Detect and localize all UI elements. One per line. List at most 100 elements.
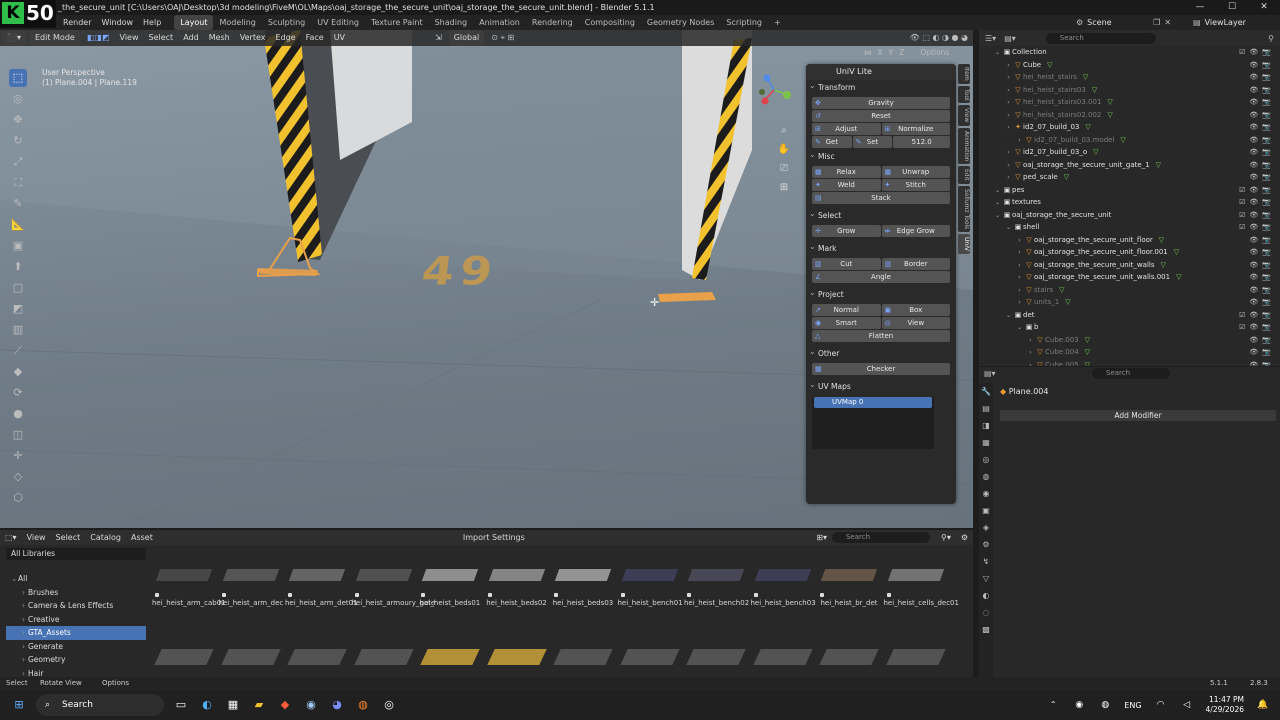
catalog-item[interactable]: Camera & Lens Effects (6, 599, 146, 613)
navigation-gizmo[interactable] (756, 72, 792, 108)
options-dropdown[interactable]: Options (920, 48, 949, 57)
editor-type-icon[interactable]: ⬛▾ (2, 30, 26, 46)
angle-button[interactable]: ∠ Angle (812, 271, 950, 283)
windows-start-icon[interactable]: ⊞ (10, 696, 28, 714)
catalog-item[interactable]: GTA_Assets (6, 626, 146, 640)
taskbar-search[interactable]: ⌕ Search (36, 694, 164, 716)
mode-selector[interactable]: Edit Mode (29, 30, 80, 46)
border-button[interactable]: ▥ Border (881, 258, 950, 270)
visibility-icons[interactable]: 👁📷 (1249, 59, 1275, 72)
tab-animation[interactable]: Animation (473, 15, 526, 30)
section-mark[interactable]: Mark (806, 239, 956, 257)
visibility-icons[interactable]: 👁📷 (1249, 259, 1275, 272)
asset-thumbnail-row2[interactable] (152, 639, 216, 675)
cut-button[interactable]: ▥ Cut (812, 258, 881, 270)
tab-shading[interactable]: Shading (429, 15, 474, 30)
set-button[interactable]: ✎ Set (852, 136, 893, 148)
outliner-row[interactable]: › ▽ oaj_storage_the_secure_unit_floor.001 ▽… (979, 246, 1280, 259)
outliner-row[interactable]: › ▽ oaj_storage_the_secure_unit_gate_1 ▽ 👁📷 (979, 159, 1280, 172)
transform-orientation[interactable]: Global (448, 30, 485, 46)
visibility-icons[interactable]: ☑👁📷 (1239, 221, 1275, 234)
asset-menu-select[interactable]: Select (51, 530, 86, 546)
steam-icon[interactable]: ◉ (302, 696, 320, 714)
outliner-row[interactable]: › ▽ units_1 ▽ 👁📷 (979, 296, 1280, 309)
normalize-button[interactable]: ⊞ Normalize (881, 123, 950, 135)
discord-icon[interactable]: ◕ (328, 696, 346, 714)
spin-tool-icon[interactable]: ⟳ (9, 384, 27, 402)
overlay-icons[interactable]: 👁 ⬚ ◐ ◑ ● ◕ (905, 30, 973, 46)
brave-browser-icon[interactable]: ◆ (276, 696, 294, 714)
view-layer-name[interactable]: ViewLayer (1205, 18, 1246, 27)
visibility-icons[interactable]: ☑👁📷 (1239, 196, 1275, 209)
asset-settings-icon[interactable]: ⚙ (956, 530, 973, 546)
outliner-row[interactable]: ⌄ ▣ oaj_storage_the_secure_unit ☑👁📷 (979, 209, 1280, 222)
rip-tool-icon[interactable]: ⬡ (9, 489, 27, 507)
visibility-icons[interactable]: 👁📷 (1249, 171, 1275, 184)
asset-thumbnail-row2[interactable] (219, 639, 283, 675)
tray-app-icon[interactable]: ◉ (1070, 696, 1088, 714)
visibility-icons[interactable]: 👁📷 (1249, 296, 1275, 309)
weld-button[interactable]: ✦ Weld (812, 179, 881, 191)
outliner-row[interactable]: ⌄ ▣ shell ☑👁📷 (979, 221, 1280, 234)
visibility-icons[interactable]: 👁📷 (1249, 359, 1275, 367)
outliner-row[interactable]: ⌄ ▣ textures ☑👁📷 (979, 196, 1280, 209)
catalog-item[interactable]: Geometry (6, 653, 146, 667)
panel-title[interactable]: UniV Lite (806, 64, 956, 80)
properties-search[interactable]: Search (1092, 368, 1170, 379)
edge-browser-icon[interactable]: ◐ (198, 696, 216, 714)
asset-library-selector[interactable]: All Libraries (6, 548, 146, 560)
asset-thumbnail[interactable]: hei_heist_bench02 (684, 555, 749, 607)
visibility-icons[interactable]: 👁📷 (1249, 96, 1275, 109)
outliner-row[interactable]: › ▽ hei_heist_stairs03 ▽ 👁📷 (979, 84, 1280, 97)
asset-thumbnail-row2[interactable] (884, 639, 948, 675)
pivot-snap-icons[interactable]: ⊙ ⌖ ⊞ (486, 30, 519, 46)
tab-scripting[interactable]: Scripting (720, 15, 768, 30)
section-other[interactable]: Other (806, 344, 956, 362)
visibility-icons[interactable]: 👁📷 (1249, 134, 1275, 147)
tab-item[interactable]: Item (958, 64, 970, 84)
visibility-icons[interactable]: 👁📷 (1249, 346, 1275, 359)
select-mode-icons[interactable]: ◧◨◩ (82, 30, 115, 46)
outliner-row[interactable]: › ▽ oaj_storage_the_secure_unit_walls ▽ 👁📷 (979, 259, 1280, 272)
outliner-row[interactable]: › ▽ ped_scale ▽ 👁📷 (979, 171, 1280, 184)
tab-compositing[interactable]: Compositing (579, 15, 641, 30)
maximize-icon[interactable]: ☐ (1216, 0, 1248, 15)
asset-menu-asset[interactable]: Asset (126, 530, 158, 546)
asset-thumbnail-row2[interactable] (418, 639, 482, 675)
asset-editor-icon[interactable]: ⬚▾ (0, 530, 22, 546)
edge-slide-tool-icon[interactable]: ◫ (9, 426, 27, 444)
axis-y-toggle[interactable]: Y (889, 48, 894, 57)
menu-vertex[interactable]: Vertex (235, 30, 271, 46)
outliner-row[interactable]: › ▽ hei_heist_stairs ▽ 👁📷 (979, 71, 1280, 84)
outliner-editor-icon[interactable]: ☰▾ (985, 34, 996, 43)
add-cube-tool-icon[interactable]: ▣ (9, 237, 27, 255)
asset-thumbnail[interactable]: hei_heist_bench03 (751, 555, 816, 607)
adjust-button[interactable]: ⊞ Adjust (812, 123, 881, 135)
catalog-item[interactable]: Brushes (6, 586, 146, 600)
asset-thumbnail-row2[interactable] (751, 639, 815, 675)
tab-view[interactable]: View (958, 105, 970, 126)
asset-filter-icon[interactable]: ⚲▾ (936, 530, 956, 546)
outliner-row[interactable]: › ▽ Cube ▽ 👁📷 (979, 59, 1280, 72)
catalog-item[interactable]: All (6, 572, 146, 586)
select-box-tool-icon[interactable]: ⬚ (9, 69, 27, 87)
tab-layout[interactable]: Layout (174, 15, 214, 30)
clock[interactable]: 11:47 PM 4/29/2026 (1206, 695, 1244, 715)
uv-map-item[interactable]: UVMap 0 (814, 397, 932, 408)
tab-geometry-nodes[interactable]: Geometry Nodes (641, 15, 720, 30)
smart-button[interactable]: ◉ Smart (812, 317, 881, 329)
tab-animation[interactable]: Animation (958, 127, 970, 165)
visibility-icons[interactable]: 👁📷 (1249, 146, 1275, 159)
visibility-icons[interactable]: 👁📷 (1249, 71, 1275, 84)
display-mode-icon[interactable]: ▤▾ (1004, 34, 1016, 43)
visibility-icons[interactable]: 👁📷 (1249, 271, 1275, 284)
asset-search[interactable]: Search (831, 532, 930, 543)
knife-tool-icon[interactable]: ⟋ (9, 342, 27, 360)
catalog-item[interactable]: Creative (6, 613, 146, 627)
section-misc[interactable]: Misc (806, 147, 956, 165)
checker-button[interactable]: ▦ Checker (812, 363, 950, 375)
asset-thumbnail[interactable]: hei_heist_beds02 (485, 555, 549, 607)
outliner-row[interactable]: › ▽ Cube.005 ▽ 👁📷 (979, 359, 1280, 367)
get-button[interactable]: ✎ Get (812, 136, 852, 148)
poly-build-tool-icon[interactable]: ◆ (9, 363, 27, 381)
